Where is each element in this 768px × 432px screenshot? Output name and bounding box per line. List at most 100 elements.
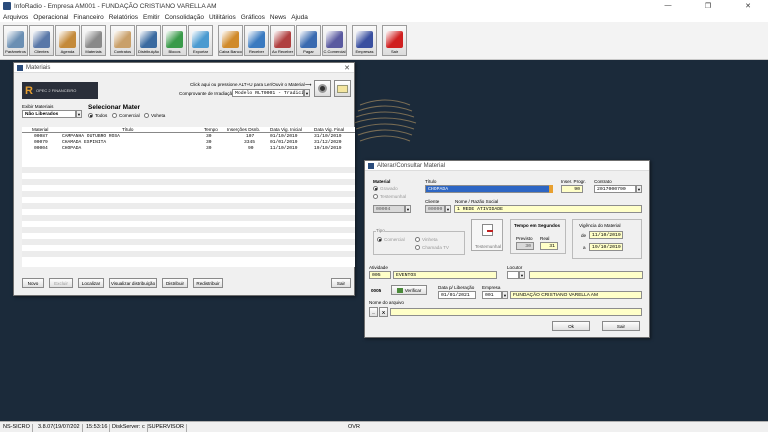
verificar-button[interactable]: Verificar — [391, 285, 427, 295]
menu-relatorios[interactable]: Relatórios — [109, 14, 138, 21]
col-titulo[interactable]: Título — [122, 127, 134, 132]
arquivo-field[interactable] — [390, 308, 642, 316]
sair-button[interactable]: Sair — [331, 278, 351, 288]
col-data-final[interactable]: Data Vig. Final — [314, 127, 344, 132]
contrato-field[interactable]: 2017000790 — [594, 185, 636, 193]
toolbar-pagar-button[interactable]: Pagar — [296, 25, 321, 56]
menu-arquivos[interactable]: Arquivos — [3, 14, 28, 21]
close-icon[interactable]: ✕ — [728, 2, 768, 10]
toolbar-receber-button[interactable]: Receber — [244, 25, 269, 56]
toolbar-caixa-banco-button[interactable]: Caixa Banco — [218, 25, 243, 56]
document-view-button[interactable] — [334, 80, 351, 97]
sair-button[interactable]: Sair — [602, 321, 640, 331]
menu-ajuda[interactable]: Ajuda — [291, 14, 308, 21]
toolbar-comercial-button[interactable]: C.Comercial — [322, 25, 347, 56]
col-tempo[interactable]: Tempo — [204, 127, 218, 132]
radio-dot — [373, 186, 378, 191]
toolbar-ao-receber-button[interactable]: Ao Receber — [270, 25, 295, 56]
locutor-code-field[interactable] — [507, 271, 519, 279]
radio-dot — [144, 113, 149, 118]
menu-emitir[interactable]: Emitir — [143, 14, 160, 21]
data-liberacao-field[interactable]: 01/01/2021 — [438, 291, 476, 299]
menu-operacional[interactable]: Operacional — [33, 14, 68, 21]
ouvir-hint[interactable]: Click aqui ou pressione ALT+U para Ler/O… — [190, 82, 305, 87]
chevron-down-icon[interactable]: ▼ — [502, 291, 508, 299]
atividade-field[interactable]: EVENTOS — [393, 271, 497, 279]
status-ovr: OVR — [348, 424, 360, 430]
toolbar-clientes-button[interactable]: Clientes — [29, 25, 54, 56]
redistribuir-button[interactable]: Redistribuir — [193, 278, 223, 288]
tipo-label: Tipo — [376, 228, 385, 233]
excluir-button[interactable]: Excluir — [49, 278, 73, 288]
radio-testemunhal[interactable]: Testemunhal — [373, 194, 406, 199]
toolbar-materiais-button[interactable]: Materiais — [81, 25, 106, 56]
testemunhal-button[interactable]: Testemunhal — [471, 219, 503, 251]
comprovante-select[interactable]: Modelo RLT0001 - Tradicional — [232, 89, 304, 97]
vigencia-label: Vigência do Material — [579, 223, 621, 228]
toolbar-distribuicao-button[interactable]: Distribuição — [136, 25, 161, 56]
empresa-code-field[interactable]: 001 — [482, 291, 502, 299]
chevron-down-icon[interactable]: ▼ — [636, 185, 642, 193]
exit-icon — [386, 31, 403, 48]
radio-tipo-chamada[interactable]: Chamada TV — [415, 245, 449, 250]
menu-financeiro[interactable]: Financeiro — [73, 14, 103, 21]
status-server: DiskServer: c — [112, 424, 148, 432]
vigencia-de-field[interactable]: 11/10/2019 — [589, 231, 623, 239]
radio-todos[interactable]: Todos — [88, 113, 107, 118]
atividade-code-field[interactable]: 005 — [369, 271, 391, 279]
menu-utilitarios[interactable]: Utilitários — [209, 14, 236, 21]
novo-button[interactable]: Novo — [22, 278, 44, 288]
localizar-button[interactable]: Localizar — [78, 278, 104, 288]
titulo-field[interactable]: CHOPADA — [425, 185, 553, 193]
chevron-down-icon[interactable]: ▼ — [304, 89, 310, 97]
chevron-down-icon[interactable]: ▼ — [76, 110, 82, 118]
nome-field[interactable]: 1 REDE ATIVIDADE — [454, 205, 642, 213]
insercoes-field[interactable]: 90 — [561, 185, 583, 193]
play-audio-button[interactable] — [314, 80, 331, 97]
col-insercoes[interactable]: Inserções Dsnb. — [227, 127, 260, 132]
cliente-label: Cliente — [425, 199, 440, 204]
menu-consolidacao[interactable]: Consolidação — [165, 14, 204, 21]
cliente-code-field[interactable]: 00090 — [425, 205, 445, 213]
toolbar-agenda-button[interactable]: Agenda — [55, 25, 80, 56]
toolbar-parametros-button[interactable]: Parâmetros — [3, 25, 28, 56]
toolbar-contratos-button[interactable]: Contratos — [110, 25, 135, 56]
visualizar-distribuicao-button[interactable]: Visualizar distribuição — [109, 278, 157, 288]
radio-comercial[interactable]: Comercial — [112, 113, 140, 118]
radio-gravado[interactable]: Gravado — [373, 186, 398, 191]
radio-tipo-vinheta[interactable]: Vinheta — [415, 237, 438, 242]
close-icon[interactable]: ✕ — [340, 64, 354, 72]
locutor-field[interactable] — [529, 271, 643, 279]
real-field[interactable]: 31 — [540, 242, 558, 250]
material-code-field[interactable]: 00004 — [373, 205, 405, 213]
clear-file-button[interactable]: X — [379, 307, 388, 317]
toolbar-sair-button[interactable]: Sair — [382, 25, 407, 56]
menu-graficos[interactable]: Gráficos — [241, 14, 265, 21]
tipo-group — [373, 231, 465, 255]
material-label: Material — [373, 179, 391, 184]
toolbar-blocos-button[interactable]: Blocos — [162, 25, 187, 56]
exibir-materiais-select[interactable]: Não Liberados — [22, 110, 76, 118]
ok-button[interactable]: Ok — [552, 321, 590, 331]
col-data-inicial[interactable]: Data Vig. Inicial — [270, 127, 302, 132]
chevron-down-icon[interactable]: ▼ — [445, 205, 451, 213]
browse-file-button[interactable]: ... — [369, 307, 378, 317]
menu-news[interactable]: News — [270, 14, 286, 21]
empty-row — [22, 179, 355, 185]
radio-voheta[interactable]: Voheta — [144, 113, 165, 118]
vigencia-a-field[interactable]: 19/10/2019 — [589, 243, 623, 251]
chevron-down-icon[interactable]: ▼ — [519, 271, 525, 279]
table-row[interactable]: 00004 CHOPADA 30 90 11/10/2019 19/10/201… — [22, 146, 355, 152]
radio-tipo-comercial[interactable]: Comercial — [377, 237, 405, 242]
distribuir-button[interactable]: Distribuir — [162, 278, 188, 288]
empresa-field[interactable]: FUNDAÇÃO CRISTIANO VARELLA AM — [510, 291, 642, 299]
materiais-table[interactable]: Material Título Tempo Inserções Dsnb. Da… — [22, 127, 355, 267]
minimize-icon[interactable]: — — [648, 2, 688, 10]
previsto-field[interactable]: 30 — [516, 242, 534, 250]
col-material[interactable]: Material — [32, 127, 48, 132]
toolbar-exportar-button[interactable]: Exportar — [188, 25, 213, 56]
chevron-down-icon[interactable]: ▼ — [405, 205, 411, 213]
status-user: SUPERVISOR — [148, 424, 187, 432]
maximize-icon[interactable]: ❐ — [688, 2, 728, 10]
toolbar-empresas-button[interactable]: Empresas — [352, 25, 377, 56]
